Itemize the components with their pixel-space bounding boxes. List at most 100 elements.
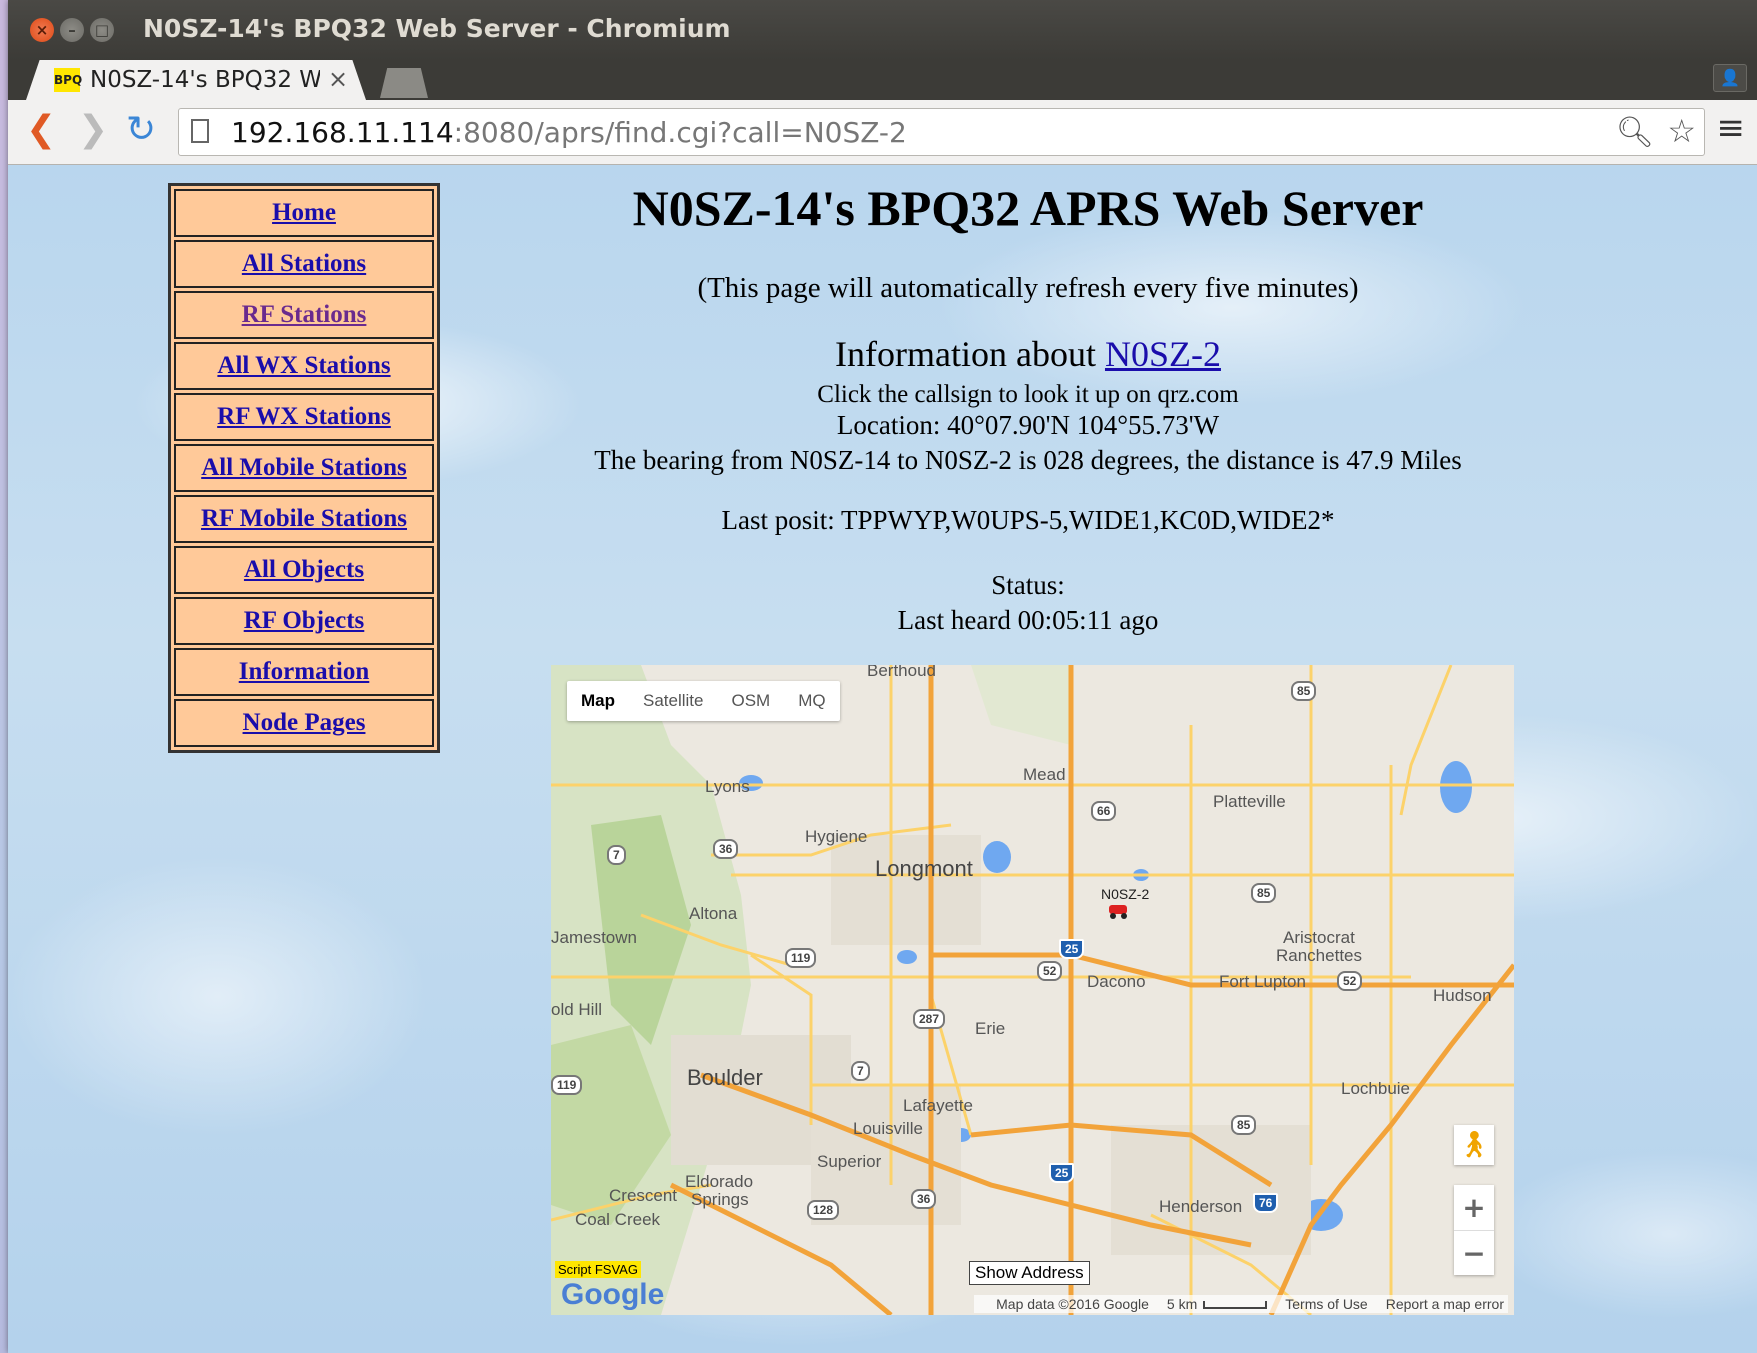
info-prefix: Information about — [835, 334, 1105, 374]
place-fort-lupton: Fort Lupton — [1219, 972, 1306, 991]
place-erie: Erie — [975, 1019, 1006, 1038]
scale-label: 5 km — [1166, 1296, 1198, 1312]
nav-link-rf-mobile-stations[interactable]: RF Mobile Stations — [201, 505, 407, 533]
info-heading: Information about N0SZ-2 — [528, 333, 1528, 375]
nav-item-node-pages: Node Pages — [174, 699, 434, 747]
interstate-shield-25: 25 — [1059, 939, 1085, 959]
route-shield-7-b: 7 — [851, 1061, 870, 1081]
place-platteville: Platteville — [1213, 792, 1286, 811]
map-type-osm[interactable]: OSM — [717, 681, 784, 721]
nav-link-rf-objects[interactable]: RF Objects — [244, 607, 365, 635]
close-window-button[interactable]: × — [30, 18, 54, 42]
park-area — [971, 665, 1071, 745]
longmont-urban — [831, 835, 981, 945]
scale-bar — [1203, 1301, 1268, 1310]
page-title: N0SZ-14's BPQ32 APRS Web Server — [632, 180, 1424, 236]
zoom-in-button[interactable]: + — [1454, 1185, 1494, 1231]
place-lyons: Lyons — [705, 777, 750, 796]
route-shield-52-b: 52 — [1337, 971, 1363, 991]
url-text[interactable]: 192.168.11.114:8080/aprs/find.cgi?call=N… — [231, 116, 907, 149]
station-marker — [1109, 905, 1127, 919]
google-logo[interactable]: Google — [561, 1278, 664, 1312]
place-mead: Mead — [1023, 765, 1066, 784]
place-superior: Superior — [817, 1152, 882, 1171]
nav-link-all-objects[interactable]: All Objects — [244, 556, 364, 584]
place-coal-creek: Coal Creek — [575, 1210, 661, 1229]
place-eldorado: Eldorado — [685, 1172, 754, 1191]
interstate-shield-25-b: 25 — [1049, 1163, 1075, 1183]
pegman-icon[interactable]: 🚶︎ — [1454, 1125, 1494, 1165]
back-arrow-icon[interactable]: ❮ — [26, 110, 56, 150]
route-shield-66: 66 — [1091, 801, 1117, 821]
map-type-mq[interactable]: MQ — [784, 681, 839, 721]
profile-icon[interactable]: 👤 — [1713, 64, 1747, 92]
bpq-favicon-icon: BPQ — [54, 68, 82, 92]
window-title: N0SZ-14's BPQ32 Web Server - Chromium — [143, 14, 731, 43]
address-bar[interactable]: 192.168.11.114:8080/aprs/find.cgi?call=N… — [178, 108, 1705, 156]
terms-link[interactable]: Terms of Use — [1285, 1296, 1367, 1312]
nav-item-home: Home — [174, 189, 434, 237]
nav-item-rf-mobile-stations: RF Mobile Stations — [174, 495, 434, 543]
show-address-button[interactable]: Show Address — [969, 1261, 1090, 1285]
reload-icon[interactable]: ↻ — [126, 110, 156, 150]
station-map[interactable]: Map Satellite OSM MQ Berthoud Mead Lyons… — [551, 665, 1514, 1315]
nav-link-all-wx-stations[interactable]: All WX Stations — [217, 352, 390, 380]
tab-strip: BPQ N0SZ-14's BPQ32 Web Server × 👤 — [8, 60, 1757, 100]
nav-link-all-stations[interactable]: All Stations — [242, 250, 366, 278]
browser-toolbar: ❮ ❯ ↻ 192.168.11.114:8080/aprs/find.cgi?… — [8, 100, 1757, 165]
route-shield-7: 7 — [607, 845, 626, 865]
place-gold-hill: old Hill — [551, 1000, 603, 1019]
url-host: 192.168.11.114 — [231, 116, 454, 149]
route-shield-52: 52 — [1037, 961, 1063, 981]
nav-link-information[interactable]: Information — [239, 658, 370, 686]
status-label: Status: — [991, 570, 1065, 600]
forward-arrow-icon[interactable]: ❯ — [78, 110, 108, 150]
route-shield-287: 287 — [913, 1009, 946, 1029]
route-shield-128: 128 — [807, 1200, 840, 1220]
nav-link-all-mobile-stations[interactable]: All Mobile Stations — [201, 454, 407, 482]
bearing-text: The bearing from N0SZ-14 to N0SZ-2 is 02… — [594, 445, 1462, 475]
place-longmont: Longmont — [875, 856, 973, 881]
menu-icon[interactable]: ≡ — [1717, 110, 1746, 146]
location-text: Location: 40°07.90'N 104°55.73'W — [836, 410, 1220, 440]
nav-item-all-mobile-stations: All Mobile Stations — [174, 444, 434, 492]
map-type-map[interactable]: Map — [567, 681, 629, 721]
route-shield-119: 119 — [785, 948, 817, 968]
tab-close-icon[interactable]: × — [328, 65, 348, 93]
place-crescent: Crescent — [609, 1186, 678, 1205]
nav-link-node-pages[interactable]: Node Pages — [243, 709, 366, 737]
place-berthoud: Berthoud — [867, 665, 936, 680]
nav-item-rf-objects: RF Objects — [174, 597, 434, 645]
map-data-credit: Map data ©2016 Google — [996, 1296, 1149, 1312]
callsign-link[interactable]: N0SZ-2 — [1105, 334, 1221, 374]
place-louisville: Louisville — [853, 1119, 923, 1138]
map-type-satellite[interactable]: Satellite — [629, 681, 717, 721]
zoom-out-button[interactable]: − — [1454, 1231, 1494, 1276]
page-content: Home All Stations RF Stations All WX Sta… — [8, 165, 1757, 1353]
nav-item-all-stations: All Stations — [174, 240, 434, 288]
place-aristocrat: Aristocrat — [1283, 928, 1355, 947]
place-henderson: Henderson — [1159, 1197, 1243, 1216]
minimize-window-button[interactable]: – — [60, 18, 84, 42]
refresh-note: (This page will automatically refresh ev… — [697, 272, 1359, 304]
route-shield-36-b: 36 — [911, 1189, 937, 1209]
maximize-window-button[interactable]: □ — [90, 18, 114, 42]
place-jamestown: Jamestown — [551, 928, 637, 947]
new-tab-button[interactable] — [380, 68, 428, 98]
lake-1 — [1440, 761, 1472, 813]
tab-active[interactable]: BPQ N0SZ-14's BPQ32 Web Server × — [26, 60, 366, 100]
route-shield-85-b: 85 — [1251, 883, 1277, 903]
nav-link-home[interactable]: Home — [272, 199, 336, 227]
nav-item-information: Information — [174, 648, 434, 696]
nav-link-rf-wx-stations[interactable]: RF WX Stations — [217, 403, 391, 431]
report-error-link[interactable]: Report a map error — [1386, 1296, 1504, 1312]
map-type-control: Map Satellite OSM MQ — [567, 681, 840, 721]
route-shield-119-b: 119 — [551, 1075, 583, 1095]
route-shield-85-c: 85 — [1231, 1115, 1257, 1135]
nav-link-rf-stations[interactable]: RF Stations — [242, 301, 367, 329]
nav-item-rf-stations: RF Stations — [174, 291, 434, 339]
bookmark-star-icon[interactable]: ☆ — [1667, 112, 1696, 150]
lake-2 — [983, 841, 1011, 873]
zoom-icon[interactable]: 🔍︎ — [1616, 115, 1654, 150]
nav-item-all-wx-stations: All WX Stations — [174, 342, 434, 390]
